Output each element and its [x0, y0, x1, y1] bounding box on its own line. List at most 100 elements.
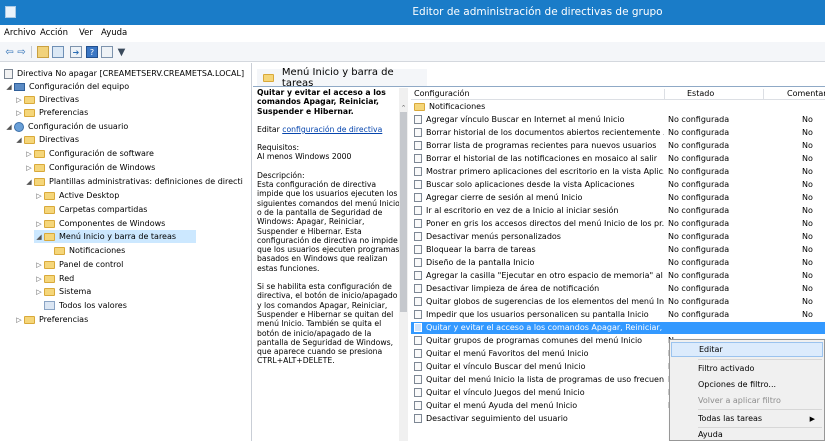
tree-item-software-settings[interactable]: ▷ Configuración de software: [24, 147, 154, 160]
setting-comment: No: [802, 128, 813, 137]
menu-archivo[interactable]: Archivo: [4, 28, 36, 38]
list-item[interactable]: Ir al escritorio en vez de a Inicio al i…: [411, 205, 825, 217]
list-item[interactable]: Agregar vínculo Buscar en Internet al me…: [411, 114, 825, 126]
list-item[interactable]: Desactivar menús personalizados No config…: [411, 231, 825, 243]
list-item[interactable]: Borrar historial de los documentos abier…: [411, 127, 825, 139]
tree-item-user-preferences[interactable]: ▷ Preferencias: [14, 313, 88, 326]
tree-expander-icon[interactable]: ◢: [4, 123, 14, 131]
tree-expander-icon[interactable]: ▷: [34, 220, 44, 228]
setting-name: Quitar el menú Ayuda del menú Inicio: [426, 401, 578, 410]
scrollbar-thumb[interactable]: [400, 112, 407, 312]
tree-item-shared-folders[interactable]: Carpetas compartidas: [34, 203, 147, 216]
list-item[interactable]: Poner en gris los accesos directos del m…: [411, 218, 825, 230]
list-item[interactable]: Impedir que los usuarios personalicen su…: [411, 309, 825, 321]
policy-icon: [414, 271, 422, 280]
setting-state: No configurada: [668, 206, 730, 215]
edit-policy-link[interactable]: configuración de directiva: [282, 125, 382, 134]
back-arrow-icon[interactable]: ⇦: [4, 45, 15, 59]
tree-expander-icon[interactable]: ▷: [34, 288, 44, 296]
tree-item-gpo-root[interactable]: Directiva No apagar [CREAMETSERV.CREAMET…: [4, 67, 244, 80]
forward-arrow-icon[interactable]: ⇨: [16, 45, 27, 59]
tree-expander-icon[interactable]: ▷: [24, 150, 34, 158]
tree-item-all-settings[interactable]: Todos los valores: [34, 299, 127, 312]
setting-name: Quitar el vínculo Buscar del menú Inicio: [426, 362, 586, 371]
menu-accion[interactable]: Acción: [40, 28, 68, 38]
scroll-up-icon[interactable]: ⌃: [399, 104, 408, 112]
tree-item-user-config[interactable]: ◢ Configuración de usuario: [4, 120, 128, 133]
tree-expander-icon[interactable]: ▷: [14, 316, 24, 324]
tree-item-computer-preferences[interactable]: ▷ Preferencias: [14, 106, 88, 119]
setting-state: No configurada: [668, 219, 730, 228]
context-menu-help[interactable]: Ayuda: [671, 428, 823, 440]
tree-expander-icon[interactable]: ◢: [34, 233, 44, 241]
tree-expander-icon[interactable]: ▷: [34, 261, 44, 269]
tree-expander-icon[interactable]: ◢: [4, 83, 14, 91]
column-state[interactable]: Estado: [687, 89, 714, 98]
requirements-label: Requisitos:: [257, 143, 300, 153]
list-item[interactable]: Buscar solo aplicaciones desde la vista …: [411, 179, 825, 191]
tree-item-user-policies[interactable]: ◢ Directivas: [14, 133, 79, 146]
folder-up-icon[interactable]: [37, 46, 49, 58]
tree-expander-icon[interactable]: ▷: [34, 192, 44, 200]
computer-icon: [14, 82, 25, 91]
tree-expander-icon[interactable]: ▷: [34, 275, 44, 283]
export-list-icon[interactable]: ➔: [70, 46, 82, 58]
tree-item-start-menu[interactable]: ◢ Menú Inicio y barra de tareas: [34, 230, 196, 243]
list-item[interactable]: Diseño de la pantalla Inicio No configura…: [411, 257, 825, 269]
tree-item-notifications[interactable]: Notificaciones: [44, 244, 125, 257]
list-item[interactable]: Mostrar primero aplicaciones del escrito…: [411, 166, 825, 178]
context-menu-filter-options[interactable]: Opciones de filtro...: [671, 377, 823, 392]
context-menu-all-tasks[interactable]: Todas las tareas ▶: [671, 411, 823, 426]
setting-state: No configurada: [668, 271, 730, 280]
setting-comment: No: [802, 258, 813, 267]
policy-icon: [414, 141, 422, 150]
folder-icon: [24, 315, 35, 324]
help-icon[interactable]: ?: [86, 46, 98, 58]
setting-name: Bloquear la barra de tareas: [426, 245, 536, 254]
tree-expander-icon[interactable]: ▷: [14, 109, 24, 117]
tree-item-label: Todos los valores: [59, 301, 127, 310]
description-scrollbar[interactable]: ⌃: [399, 88, 408, 441]
tree-item-windows-components[interactable]: ▷ Componentes de Windows: [34, 217, 165, 230]
tree-item-computer-policies[interactable]: ▷ Directivas: [14, 93, 79, 106]
setting-name: Diseño de la pantalla Inicio: [426, 258, 535, 267]
folder-icon: [24, 108, 35, 117]
context-menu-edit[interactable]: Editar: [671, 342, 823, 357]
list-item[interactable]: Agregar la casilla "Ejecutar en otro esp…: [411, 270, 825, 282]
properties-icon[interactable]: [101, 46, 113, 58]
tree-expander-icon[interactable]: ▷: [14, 96, 24, 104]
setting-comment: No: [802, 154, 813, 163]
list-item[interactable]: Quitar globos de sugerencias de los elem…: [411, 296, 825, 308]
tree-item-admin-templates[interactable]: ◢ Plantillas administrativas: definicion…: [24, 175, 243, 188]
context-menu-reapply-filter[interactable]: Volver a aplicar filtro: [671, 393, 823, 408]
tree-expander-icon[interactable]: ◢: [14, 136, 24, 144]
tree-item-active-desktop[interactable]: ▷ Active Desktop: [34, 189, 119, 202]
setting-state: No configurada: [668, 245, 730, 254]
tree-item-network[interactable]: ▷ Red: [34, 272, 74, 285]
folder-icon: [44, 260, 55, 269]
tree-item-windows-settings[interactable]: ▷ Configuración de Windows: [24, 161, 155, 174]
list-item[interactable]: Bloquear la barra de tareas No configurad…: [411, 244, 825, 256]
list-item[interactable]: Agregar cierre de sesión al menú Inicio N…: [411, 192, 825, 204]
tree-item-control-panel[interactable]: ▷ Panel de control: [34, 258, 123, 271]
tree-expander-icon[interactable]: ◢: [24, 178, 34, 186]
tree-expander-icon[interactable]: ▷: [24, 164, 34, 172]
list-item[interactable]: Notificaciones: [411, 101, 825, 113]
context-menu-filter-on[interactable]: Filtro activado: [671, 361, 823, 376]
filter-icon[interactable]: ▼: [116, 45, 127, 59]
tree-item-computer-config[interactable]: ◢ Configuración del equipo: [4, 80, 129, 93]
show-hide-tree-icon[interactable]: [52, 46, 64, 58]
column-header: Configuración Estado Comentari: [411, 88, 825, 100]
column-comment[interactable]: Comentari: [787, 89, 825, 98]
list-item-selected[interactable]: Quitar y evitar el acceso a los comandos…: [411, 322, 825, 334]
setting-name: Quitar el vínculo Juegos del menú Inicio: [426, 388, 585, 397]
tree-item-system[interactable]: ▷ Sistema: [34, 285, 91, 298]
list-item[interactable]: Borrar el historial de las notificacione…: [411, 153, 825, 165]
menu-ver[interactable]: Ver: [79, 28, 93, 38]
column-name[interactable]: Configuración: [414, 89, 470, 98]
list-item[interactable]: Desactivar limpieza de área de notificac…: [411, 283, 825, 295]
menu-ayuda[interactable]: Ayuda: [101, 28, 127, 38]
list-item[interactable]: Borrar lista de programas recientes para…: [411, 140, 825, 152]
setting-state: No configurada: [668, 258, 730, 267]
policy-icon: [414, 193, 422, 202]
